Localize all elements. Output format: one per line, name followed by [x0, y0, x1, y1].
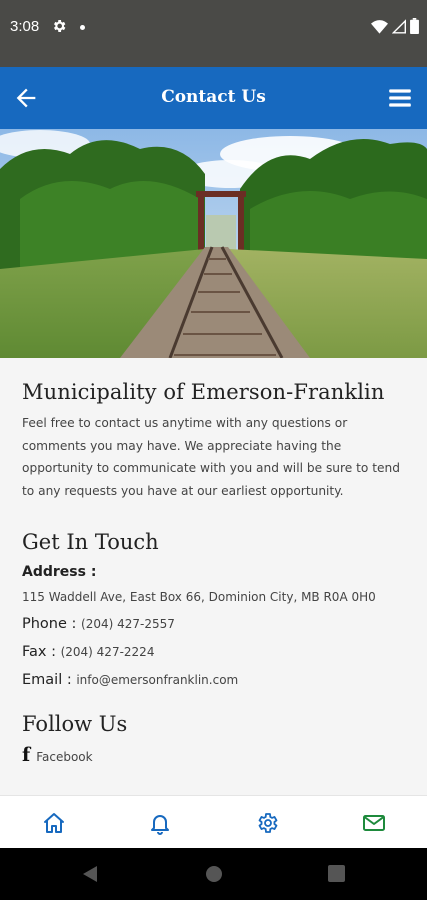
intro-text: Feel free to contact us anytime with any… [22, 416, 400, 498]
system-recents-icon[interactable] [328, 865, 345, 882]
get-in-touch-heading: Get In Touch [22, 530, 159, 554]
org-name-heading: Municipality of Emerson-Franklin [22, 380, 385, 404]
facebook-label: Facebook [36, 750, 93, 764]
page-title: Contact Us [161, 87, 266, 107]
hero-image [0, 129, 427, 358]
fax-label: Fax : [22, 644, 56, 660]
signal-icon [392, 18, 406, 33]
fax-row: Fax : (204) 427-2224 [22, 644, 405, 660]
facebook-icon: f [22, 744, 31, 766]
status-bar: 3:08 [0, 0, 427, 67]
bottom-nav [0, 795, 427, 848]
phone-row: Phone : (204) 427-2557 [22, 616, 405, 632]
phone-label: Phone : [22, 616, 77, 632]
settings-icon[interactable] [255, 811, 279, 835]
address-value[interactable]: 115 Waddell Ave, East Box 66, Dominion C… [22, 590, 405, 604]
contact-content: Municipality of Emerson-Franklin Feel fr… [0, 358, 427, 795]
email-link[interactable]: info@emersonfranklin.com [76, 673, 238, 687]
facebook-link[interactable]: f Facebook [22, 744, 405, 766]
fax-value: (204) 427-2224 [60, 645, 155, 659]
system-back-icon[interactable] [82, 865, 98, 883]
email-row: Email : info@emersonfranklin.com [22, 672, 405, 688]
gear-icon [54, 20, 66, 32]
system-nav-bar [0, 848, 427, 900]
mail-icon[interactable] [362, 811, 386, 835]
address-label: Address : [22, 564, 97, 580]
app-bar: Contact Us [0, 67, 427, 129]
bell-icon[interactable] [148, 811, 172, 835]
hamburger-menu-icon[interactable] [387, 85, 413, 111]
email-label: Email : [22, 672, 72, 688]
phone-link[interactable]: (204) 427-2557 [81, 617, 175, 631]
status-icons [371, 18, 419, 34]
follow-us-heading: Follow Us [22, 712, 128, 736]
system-home-icon[interactable] [205, 865, 223, 883]
wifi-icon [371, 19, 388, 34]
notification-dot [80, 25, 85, 30]
battery-icon [410, 18, 419, 34]
home-icon[interactable] [42, 811, 66, 835]
status-time: 3:08 [10, 18, 40, 35]
